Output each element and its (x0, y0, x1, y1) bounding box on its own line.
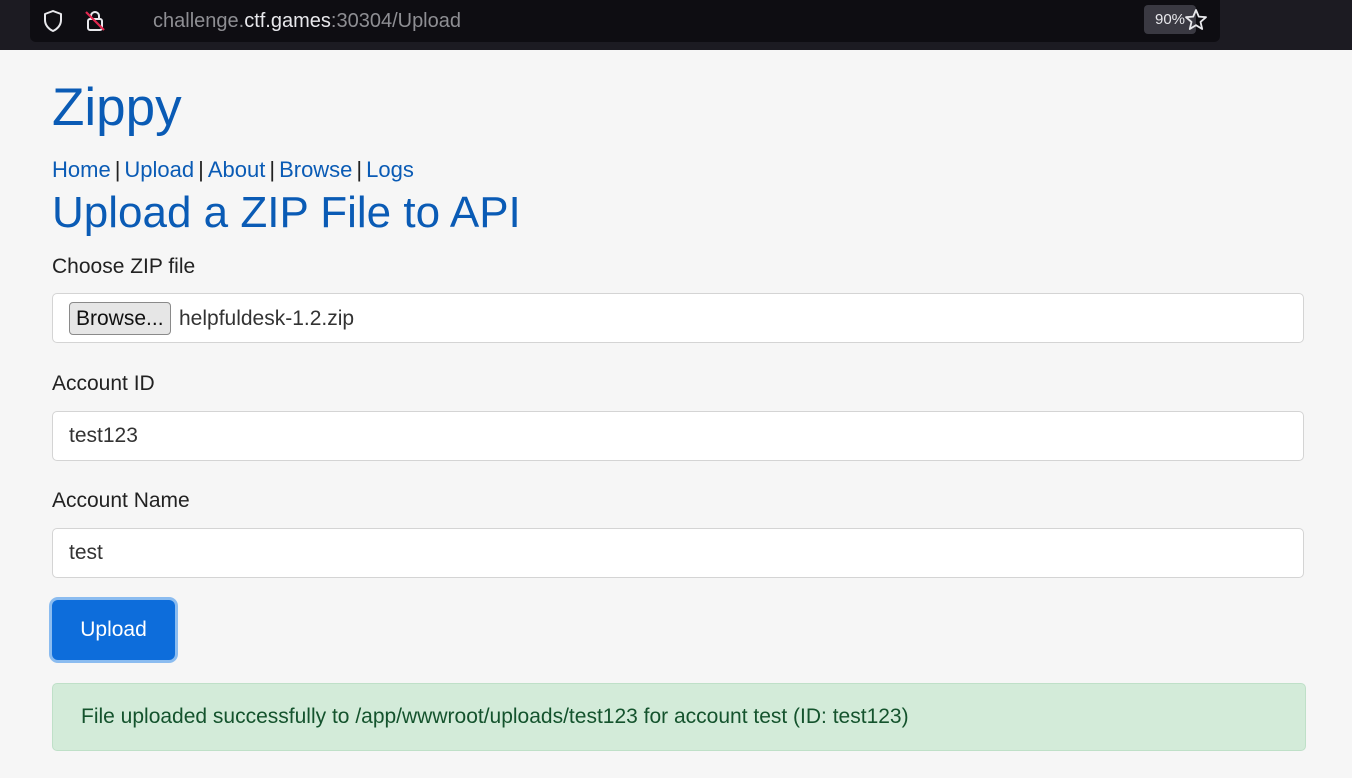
zip-file-label: Choose ZIP file (52, 255, 196, 278)
nav-separator: | (269, 157, 276, 182)
site-brand[interactable]: Zippy (52, 78, 182, 139)
upload-button[interactable]: Upload (52, 600, 175, 660)
browse-button[interactable]: Browse... (69, 302, 171, 335)
selected-file-name: helpfuldesk-1.2.zip (179, 307, 355, 330)
nav-about[interactable]: About (208, 157, 266, 182)
account-name-input[interactable] (53, 529, 1303, 577)
insecure-lock-icon[interactable] (82, 8, 108, 34)
nav-home[interactable]: Home (52, 157, 111, 182)
account-name-field-wrapper (52, 528, 1304, 578)
nav-separator: | (198, 157, 204, 182)
zip-file-input[interactable]: Browse... helpfuldesk-1.2.zip (52, 293, 1304, 343)
account-name-label: Account Name (52, 489, 190, 512)
nav-logs[interactable]: Logs (366, 157, 414, 182)
browser-toolbar: challenge.ctf.games:30304/Upload 90% (0, 0, 1352, 50)
nav-separator: | (356, 157, 363, 182)
account-id-label: Account ID (52, 372, 155, 395)
url-bar[interactable]: challenge.ctf.games:30304/Upload 90% (30, 0, 1220, 42)
url-text[interactable]: challenge.ctf.games:30304/Upload (153, 8, 461, 34)
account-id-field-wrapper (52, 411, 1304, 461)
success-alert: File uploaded successfully to /app/wwwro… (52, 683, 1306, 751)
nav-separator: | (114, 157, 121, 182)
nav-browse[interactable]: Browse (279, 157, 352, 182)
shield-icon[interactable] (40, 8, 66, 34)
star-icon[interactable] (1183, 7, 1209, 33)
page-title: Upload a ZIP File to API (52, 188, 521, 237)
main-nav: Home | Upload | About | Browse | Logs (52, 156, 414, 184)
nav-upload[interactable]: Upload (124, 157, 194, 182)
account-id-input[interactable] (53, 412, 1303, 460)
